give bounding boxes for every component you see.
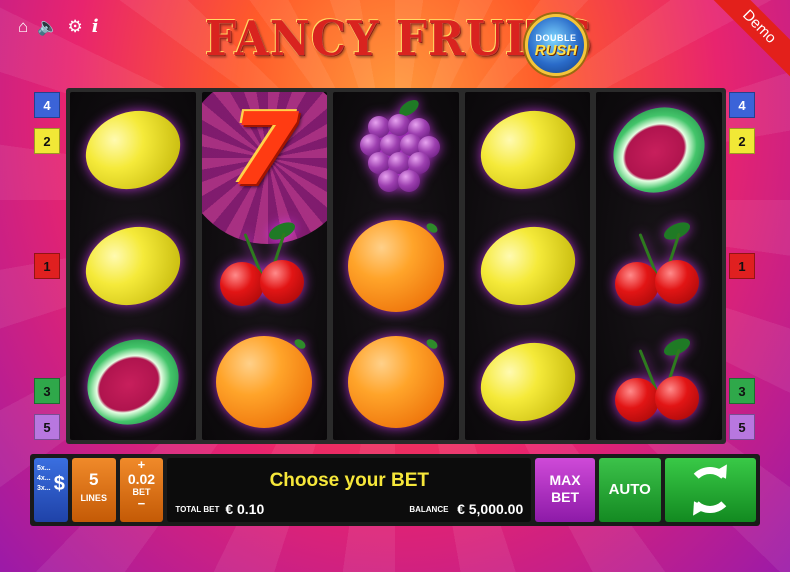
bet-increase-button[interactable]: + (120, 458, 164, 471)
line-marker-left-4[interactable]: 4 (34, 92, 60, 118)
max-bet-line1: MAX (549, 472, 581, 488)
reel-5 (596, 92, 722, 440)
symbol-orange (333, 324, 459, 440)
line-marker-right-5[interactable]: 5 (729, 414, 755, 440)
total-bet-value: € 0.10 (225, 501, 265, 517)
gear-icon[interactable]: ⚙ (67, 17, 82, 37)
line-marker-left-5[interactable]: 5 (34, 414, 60, 440)
symbol-orange (333, 208, 459, 324)
balance-value: € 5,000.00 (457, 501, 524, 517)
line-marker-right-2[interactable]: 2 (729, 128, 755, 154)
reel-3 (333, 92, 459, 440)
symbol-lemon (465, 92, 591, 208)
lines-value: 5 (88, 470, 99, 489)
balance-label: BALANCE (409, 505, 449, 514)
status-message: Choose your BET (269, 470, 429, 491)
reel-2: 7 (201, 92, 328, 440)
total-bet-label: TOTAL BET (175, 505, 220, 514)
game-logo: FANCY FRUITS DOUBLE RUSH (205, 12, 600, 76)
line-marker-right-1[interactable]: 1 (729, 253, 755, 279)
line-marker-right-3[interactable]: 3 (729, 378, 755, 404)
home-icon[interactable]: ⌂ (18, 17, 28, 37)
info-icon[interactable]: i (92, 17, 99, 37)
spin-button[interactable] (664, 458, 756, 522)
symbol-cherries (202, 208, 328, 324)
reel-1 (70, 92, 196, 440)
symbol-lemon (70, 92, 196, 208)
symbol-lemon (465, 324, 591, 440)
bet-value: 0.02 (127, 471, 156, 487)
symbol-orange (202, 324, 328, 440)
symbol-cherries (596, 208, 722, 324)
badge-line2: RUSH (534, 42, 578, 59)
max-bet-button[interactable]: MAX BET (535, 458, 595, 522)
symbol-cherries (596, 324, 722, 440)
sound-icon[interactable]: 🔈 (37, 17, 58, 37)
top-toolbar: ⌂ 🔈 ⚙ i (18, 17, 99, 37)
reel-4 (464, 92, 591, 440)
lines-button[interactable]: 5 LINES (71, 458, 116, 522)
symbol-watermelon (70, 322, 196, 440)
max-bet-line2: BET (551, 489, 580, 505)
paytable-button[interactable]: 5x... 4x... 3x... $ (34, 458, 68, 522)
line-marker-left-2[interactable]: 2 (34, 128, 60, 154)
dollar-icon: $ (53, 473, 65, 495)
symbol-lemon (70, 208, 196, 324)
double-rush-badge: DOUBLE RUSH (525, 14, 587, 76)
reels-area: 7 (66, 88, 726, 444)
line-marker-right-4[interactable]: 4 (729, 92, 755, 118)
line-marker-left-1[interactable]: 1 (34, 253, 60, 279)
control-bar: 5x... 4x... 3x... $ 5 LINES + 0.02 BET −… (30, 454, 760, 526)
symbol-lemon (465, 208, 591, 324)
message-panel: Choose your BET TOTAL BET € 0.10 BALANCE… (167, 458, 532, 522)
symbol-grapes (333, 92, 459, 208)
lines-label: LINES (80, 493, 107, 503)
bet-stepper[interactable]: + 0.02 BET − (119, 458, 164, 522)
symbol-watermelon (596, 92, 722, 210)
auto-button[interactable]: AUTO (598, 458, 661, 522)
line-marker-left-3[interactable]: 3 (34, 378, 60, 404)
bet-decrease-button[interactable]: − (120, 497, 164, 510)
symbol-seven: 7 (229, 92, 300, 208)
spin-icon (686, 467, 733, 513)
